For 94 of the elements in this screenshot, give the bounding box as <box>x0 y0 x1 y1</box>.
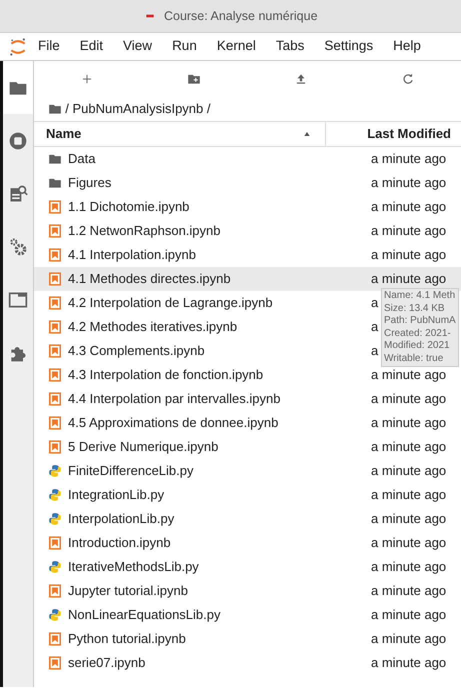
file-name[interactable]: Python tutorial.ipynb <box>62 629 371 649</box>
python-icon <box>48 488 62 502</box>
menu-item[interactable]: File <box>28 36 70 57</box>
notebook-icon <box>48 296 62 310</box>
file-name[interactable]: 4.1 Interpolation.ipynb <box>62 245 371 265</box>
notebook-icon <box>48 440 62 454</box>
python-icon <box>48 464 62 478</box>
python-icon <box>48 560 62 574</box>
menu-item[interactable]: Tabs <box>266 36 314 57</box>
notebook-icon <box>48 200 62 214</box>
menu-item[interactable]: Kernel <box>206 36 266 57</box>
file-name[interactable]: Figures <box>62 173 371 193</box>
modified-time: a minute ago <box>371 247 446 262</box>
sidebar-tab[interactable] <box>3 61 33 114</box>
modified-time: a minute ago <box>371 151 446 166</box>
notebook-icon <box>48 536 62 550</box>
file-name[interactable]: 4.2 Methodes iteratives.ipynb <box>62 317 371 337</box>
file-name[interactable]: 4.2 Interpolation de Lagrange.ipynb <box>62 293 371 313</box>
menu-item[interactable]: View <box>113 36 162 57</box>
inspector-icon <box>8 184 28 204</box>
folder-icon <box>48 152 62 166</box>
notebook-icon <box>48 416 62 430</box>
modified-time: a minute ago <box>371 559 446 574</box>
modified-time: a minute ago <box>371 463 446 478</box>
jupyter-logo-icon <box>8 36 28 58</box>
column-header[interactable]: Name <box>46 124 82 144</box>
file-name[interactable]: InterpolationLib.py <box>62 509 371 529</box>
folder-icon <box>48 176 62 190</box>
sort-caret-icon <box>302 130 312 138</box>
notebook-icon <box>48 248 62 262</box>
modified-time: a minute ago <box>371 391 446 406</box>
tooltip-line: Writable: true <box>384 352 444 365</box>
menu-item[interactable]: Help <box>383 36 431 57</box>
file-name[interactable]: Data <box>62 149 371 169</box>
modified-time: a minute ago <box>371 535 446 550</box>
file-name[interactable]: IterativeMethodsLib.py <box>62 557 371 577</box>
notebook-icon <box>48 368 62 382</box>
modified-time: a minute ago <box>371 439 446 454</box>
file-name[interactable]: FiniteDifferenceLib.py <box>62 461 371 481</box>
file-name[interactable]: NonLinearEquationsLib.py <box>62 605 371 625</box>
notebook-icon <box>48 392 62 406</box>
modified-time: a minute ago <box>371 271 446 286</box>
column-header[interactable]: Last Modified <box>326 124 461 144</box>
modified-time: a <box>371 343 378 358</box>
modified-time: a <box>371 295 378 310</box>
modified-time: a minute ago <box>371 199 446 214</box>
notebook-icon <box>48 344 62 358</box>
file-name[interactable]: IntegrationLib.py <box>62 485 371 505</box>
modified-time: a minute ago <box>371 223 446 238</box>
python-icon <box>48 512 62 526</box>
file-name[interactable]: 4.3 Complements.ipynb <box>62 341 371 361</box>
file-name[interactable]: serie07.ipynb <box>62 653 371 673</box>
modified-time: a minute ago <box>371 175 446 190</box>
notebook-icon <box>48 656 62 670</box>
tooltip-line: Created: 2021- <box>384 328 452 340</box>
window-title: Course: Analyse numérique <box>164 8 318 25</box>
file-name[interactable]: 1.1 Dichotomie.ipynb <box>62 197 371 217</box>
tooltip-line: Path: PubNumA <box>384 315 456 328</box>
menu-item[interactable]: Run <box>162 36 207 57</box>
modified-time: a <box>371 319 378 334</box>
modified-time: a minute ago <box>371 607 446 622</box>
refresh-icon <box>400 72 415 86</box>
file-name[interactable]: 4.5 Approximations de donnee.ipynb <box>62 413 371 433</box>
modified-time: a minute ago <box>371 583 446 598</box>
modified-time: a minute ago <box>371 415 446 430</box>
gears-icon <box>8 236 28 256</box>
tooltip-line: Modified: 2021 <box>384 340 451 352</box>
menu-item[interactable]: Settings <box>314 36 384 57</box>
notebook-icon <box>48 320 62 334</box>
file-name[interactable]: Introduction.ipynb <box>62 533 371 553</box>
file-name[interactable]: Jupyter tutorial.ipynb <box>62 581 371 601</box>
modified-time: a minute ago <box>371 631 446 646</box>
tooltip-line: Size: 13.4 KB <box>384 302 446 315</box>
file-name[interactable]: 4.3 Interpolation de fonction.ipynb <box>62 365 371 385</box>
file-name[interactable]: 4.4 Interpolation par intervalles.ipynb <box>62 389 371 409</box>
breadcrumb-path[interactable]: / PubNumAnalysisIpynb / <box>65 99 210 119</box>
menu-item[interactable]: Edit <box>70 36 114 57</box>
new-folder-icon <box>187 72 202 86</box>
modified-time: a minute ago <box>371 367 446 382</box>
modified-time: a minute ago <box>371 511 446 526</box>
file-name[interactable]: 5 Derive Numerique.ipynb <box>62 437 371 457</box>
tooltip-line: Name: 4.1 Meth <box>384 290 456 302</box>
notebook-icon <box>48 632 62 646</box>
notebook-icon <box>48 272 62 286</box>
folder-icon <box>48 102 62 116</box>
modified-time: a minute ago <box>371 487 446 502</box>
notebook-icon <box>48 584 62 598</box>
python-icon <box>48 608 62 622</box>
file-name[interactable]: 4.1 Methodes directes.ipynb <box>62 269 371 289</box>
modified-time: a minute ago <box>371 655 446 670</box>
stop-icon <box>8 130 28 150</box>
window-icon <box>8 290 28 310</box>
file-name[interactable]: 1.2 NetwonRaphson.ipynb <box>62 221 371 241</box>
notebook-icon <box>48 224 62 238</box>
